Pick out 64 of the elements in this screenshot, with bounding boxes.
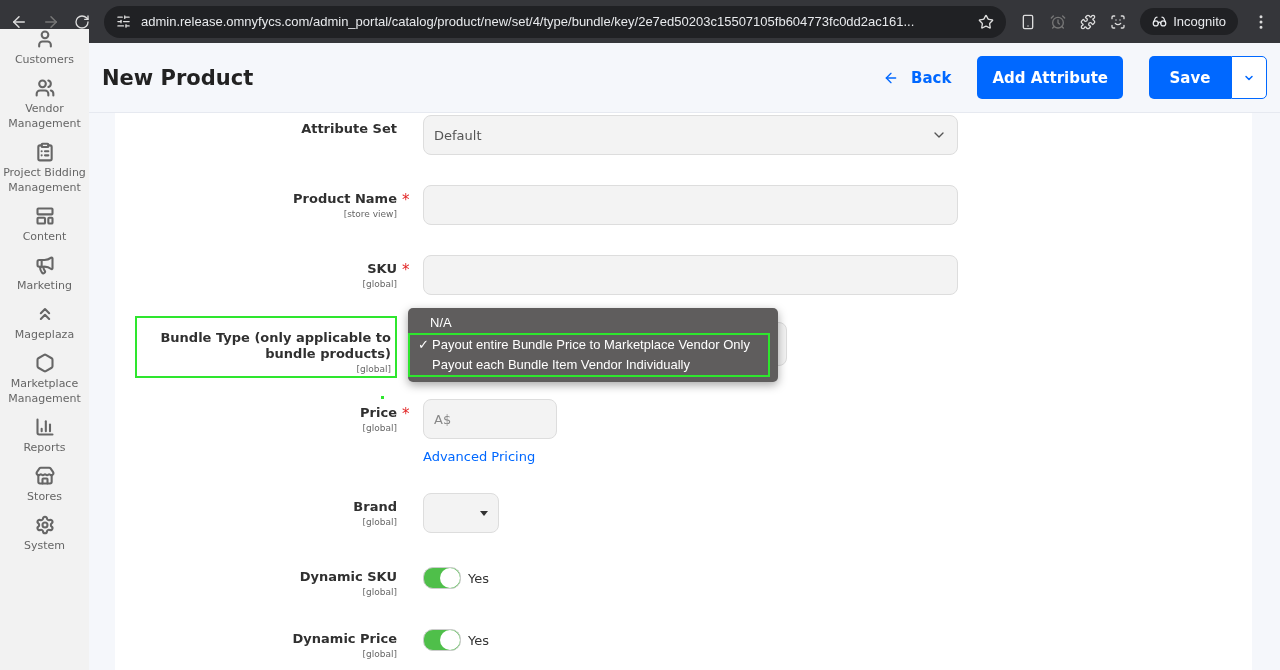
advanced-pricing-link[interactable]: Advanced Pricing bbox=[423, 449, 536, 464]
sidebar-item[interactable]: Customers bbox=[0, 29, 89, 67]
attribute-set-select[interactable]: Default bbox=[423, 115, 958, 155]
sidebar-item[interactable]: Content bbox=[0, 206, 89, 244]
field-label: Dynamic SKU bbox=[299, 569, 397, 585]
toggle-switch[interactable] bbox=[423, 629, 461, 651]
price-input-field[interactable]: A$ bbox=[423, 399, 557, 439]
menu-option[interactable]: N/A bbox=[408, 313, 778, 333]
sidebar-item[interactable]: Stores bbox=[0, 466, 89, 504]
save-button[interactable]: Save bbox=[1149, 56, 1231, 99]
field-label: Product Name bbox=[293, 191, 397, 207]
field-label: SKU bbox=[367, 261, 397, 277]
sidebar-item[interactable]: Mageplaza bbox=[0, 304, 89, 342]
scope-label: [global] bbox=[362, 422, 397, 435]
required-asterisk: * bbox=[401, 404, 411, 423]
save-options-button[interactable] bbox=[1231, 56, 1267, 99]
scope-label: [global] bbox=[362, 586, 397, 599]
sidebar-item[interactable]: Marketplace Management bbox=[0, 353, 89, 406]
required-asterisk: * bbox=[401, 190, 411, 209]
menu-option[interactable]: ✓ Payout entire Bundle Price to Marketplace Vendor Only bbox=[410, 335, 768, 355]
scope-label: [global] bbox=[362, 516, 397, 529]
clipboard-icon bbox=[34, 142, 55, 162]
site-settings-icon[interactable] bbox=[116, 14, 131, 29]
toggle-value: Yes bbox=[468, 570, 489, 586]
caret-down-icon bbox=[480, 510, 488, 516]
hexagon-icon bbox=[34, 353, 55, 373]
field-label: Attribute Set bbox=[301, 121, 397, 137]
toggle-switch[interactable] bbox=[423, 567, 461, 589]
menu-option[interactable]: Payout each Bundle Item Vendor Individually bbox=[410, 355, 768, 375]
bars-icon bbox=[34, 417, 55, 437]
reload-icon[interactable] bbox=[74, 13, 90, 30]
toggle-value: Yes bbox=[468, 632, 489, 648]
scan-icon[interactable] bbox=[1110, 13, 1127, 30]
incognito-badge[interactable]: Incognito bbox=[1140, 8, 1238, 35]
store-icon bbox=[34, 466, 55, 486]
field-label: Bundle Type (only applicable to bundle products) bbox=[159, 330, 391, 362]
address-bar[interactable]: admin.release.omnyfycs.com/admin_portal/catalog/product/new/set/4/type/bundle/key/2e7ed50203c15507105fb604773fc0dd2ac161... bbox=[104, 5, 1007, 38]
star-icon[interactable] bbox=[978, 13, 995, 30]
check-mark: ✓ bbox=[418, 336, 430, 354]
gear-icon bbox=[34, 515, 55, 535]
alarm-icon[interactable] bbox=[1050, 13, 1067, 30]
layout-icon bbox=[34, 206, 55, 226]
field-label: Price bbox=[360, 405, 397, 421]
sidebar-item[interactable]: Vendor Management bbox=[0, 78, 89, 131]
megaphone-icon bbox=[34, 255, 55, 275]
incognito-icon bbox=[1152, 14, 1168, 29]
required-asterisk: * bbox=[401, 260, 411, 279]
back-link[interactable]: Back bbox=[883, 68, 952, 87]
scope-label: [store view] bbox=[343, 208, 397, 221]
text-input-field[interactable] bbox=[423, 185, 958, 225]
puzzle-icon[interactable] bbox=[1080, 13, 1097, 30]
sidebar-item[interactable]: Project Bidding Management bbox=[0, 142, 89, 195]
sidebar-item[interactable]: System bbox=[0, 515, 89, 553]
sidebar-item[interactable]: Reports bbox=[0, 417, 89, 455]
sidebar-item[interactable]: Marketing bbox=[0, 255, 89, 293]
scope-label: [global] bbox=[362, 648, 397, 661]
add-attribute-button[interactable]: Add Attribute bbox=[977, 56, 1123, 99]
field-label: Brand bbox=[353, 499, 397, 515]
field-label: Dynamic Price bbox=[292, 631, 397, 647]
people-icon bbox=[34, 78, 55, 98]
text-input-field[interactable] bbox=[423, 255, 958, 295]
scope-label: [global] bbox=[356, 363, 391, 376]
scope-label: [global] bbox=[362, 278, 397, 291]
page-title: New Product bbox=[102, 65, 255, 90]
